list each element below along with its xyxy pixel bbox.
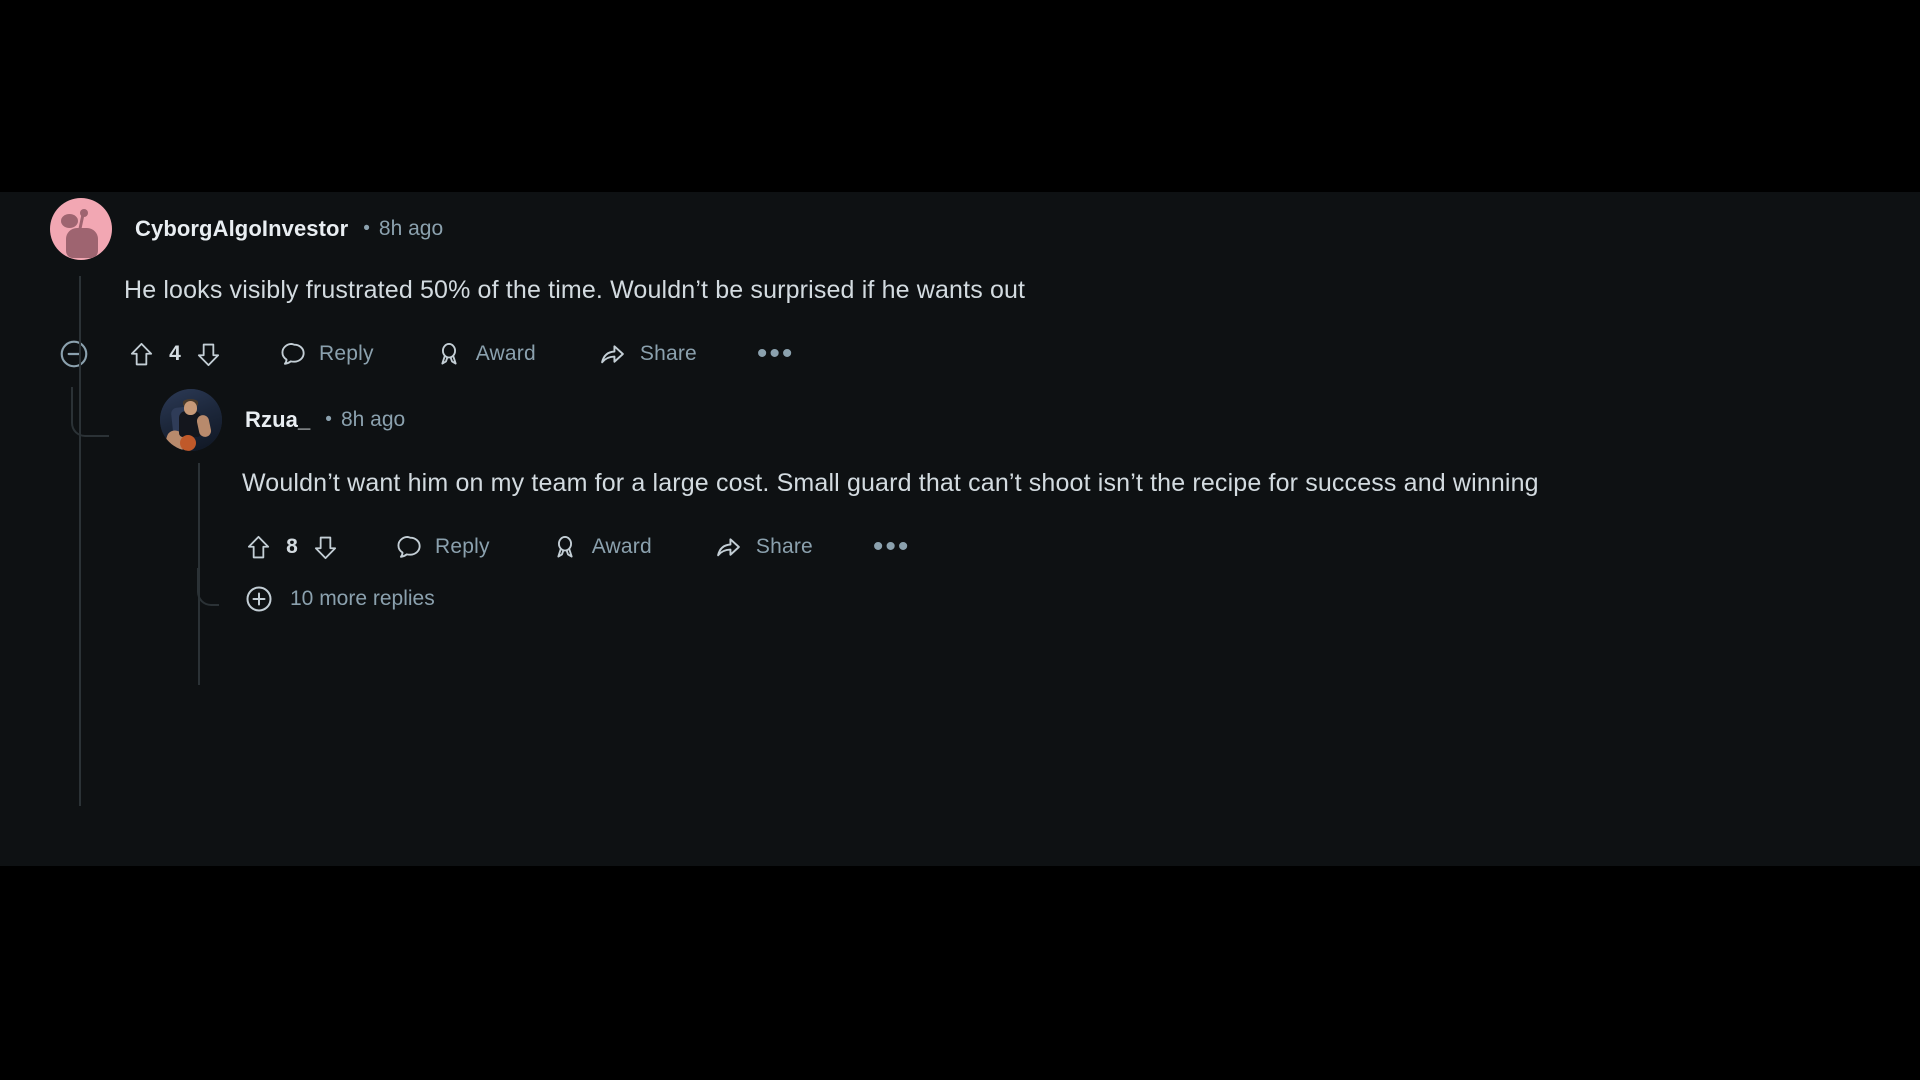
snoo-head-icon <box>61 214 78 228</box>
award-button[interactable]: Award <box>551 533 652 561</box>
comment-body-text: He looks visibly frustrated 50% of the t… <box>124 276 1026 304</box>
upvote-button[interactable] <box>244 533 273 562</box>
more-replies-row: 10 more replies <box>108 568 1920 614</box>
thread-curve-to-more-replies <box>197 568 219 606</box>
upvote-arrow-icon <box>244 533 273 562</box>
comment-reply: Rzua_ • 8h ago Wouldn’t want him on my t… <box>71 387 1920 685</box>
more-replies-label: 10 more replies <box>290 587 435 610</box>
reply-action-bar: 8 Reply Award Share ••• <box>244 524 1920 570</box>
more-options-button[interactable]: ••• <box>873 532 911 562</box>
share-arrow-icon <box>714 533 743 562</box>
avatar[interactable] <box>160 389 222 451</box>
downvote-button[interactable] <box>194 340 223 369</box>
reply-timestamp: 8h ago <box>340 408 406 431</box>
share-button[interactable]: Share <box>598 340 697 369</box>
share-label: Share <box>639 342 697 365</box>
reply-author-name[interactable]: Rzua_ <box>245 407 310 433</box>
snoo-body-icon <box>66 228 98 258</box>
screen-frame: CyborgAlgoInvestor • 8h ago He looks vis… <box>0 0 1920 1080</box>
meta-separator: • <box>325 409 332 430</box>
plus-circle-icon <box>244 584 274 614</box>
award-medal-icon <box>551 533 579 561</box>
downvote-arrow-icon <box>194 340 223 369</box>
share-arrow-icon <box>598 340 627 369</box>
upvote-button[interactable] <box>127 340 156 369</box>
reddit-comment-thread-panel: CyborgAlgoInvestor • 8h ago He looks vis… <box>0 192 1920 866</box>
minus-circle-icon <box>58 338 90 370</box>
award-label: Award <box>475 342 536 365</box>
comment-author-name[interactable]: CyborgAlgoInvestor <box>135 216 348 242</box>
avatar[interactable] <box>50 198 112 260</box>
vote-group: 4 <box>127 340 223 369</box>
downvote-button[interactable] <box>311 533 340 562</box>
avatar-photo-basketball <box>180 435 196 451</box>
reply-header: Rzua_ • 8h ago <box>108 389 1920 451</box>
collapse-comment-button[interactable] <box>58 338 90 370</box>
reply-body-text: Wouldn’t want him on my team for a large… <box>242 469 1539 497</box>
comment-bubble-icon <box>394 533 422 561</box>
share-button[interactable]: Share <box>714 533 813 562</box>
vote-count: 4 <box>169 342 181 365</box>
comment-action-bar: 4 Reply Award Share ••• <box>58 331 1920 377</box>
thread-line-level-1 <box>79 276 81 806</box>
vote-group: 8 <box>244 533 340 562</box>
comment-top-level: CyborgAlgoInvestor • 8h ago He looks vis… <box>0 192 1920 806</box>
award-label: Award <box>591 535 652 558</box>
more-replies-button[interactable]: 10 more replies <box>244 584 1920 614</box>
award-medal-icon <box>435 340 463 368</box>
comment-header: CyborgAlgoInvestor • 8h ago <box>50 192 1920 260</box>
meta-separator: • <box>363 218 370 239</box>
comment-bubble-icon <box>278 340 306 368</box>
more-options-button[interactable]: ••• <box>757 339 795 369</box>
avatar-photo-head <box>184 401 197 415</box>
share-label: Share <box>755 535 813 558</box>
reply-button[interactable]: Reply <box>394 533 490 561</box>
thread-curve-to-reply <box>71 387 109 437</box>
vote-count: 8 <box>286 535 298 558</box>
reply-label: Reply <box>435 535 490 558</box>
reply-button[interactable]: Reply <box>278 340 374 368</box>
downvote-arrow-icon <box>311 533 340 562</box>
comment-timestamp: 8h ago <box>378 217 444 240</box>
upvote-arrow-icon <box>127 340 156 369</box>
award-button[interactable]: Award <box>435 340 536 368</box>
reply-label: Reply <box>319 342 374 365</box>
comment-thread: CyborgAlgoInvestor • 8h ago He looks vis… <box>0 192 1920 806</box>
